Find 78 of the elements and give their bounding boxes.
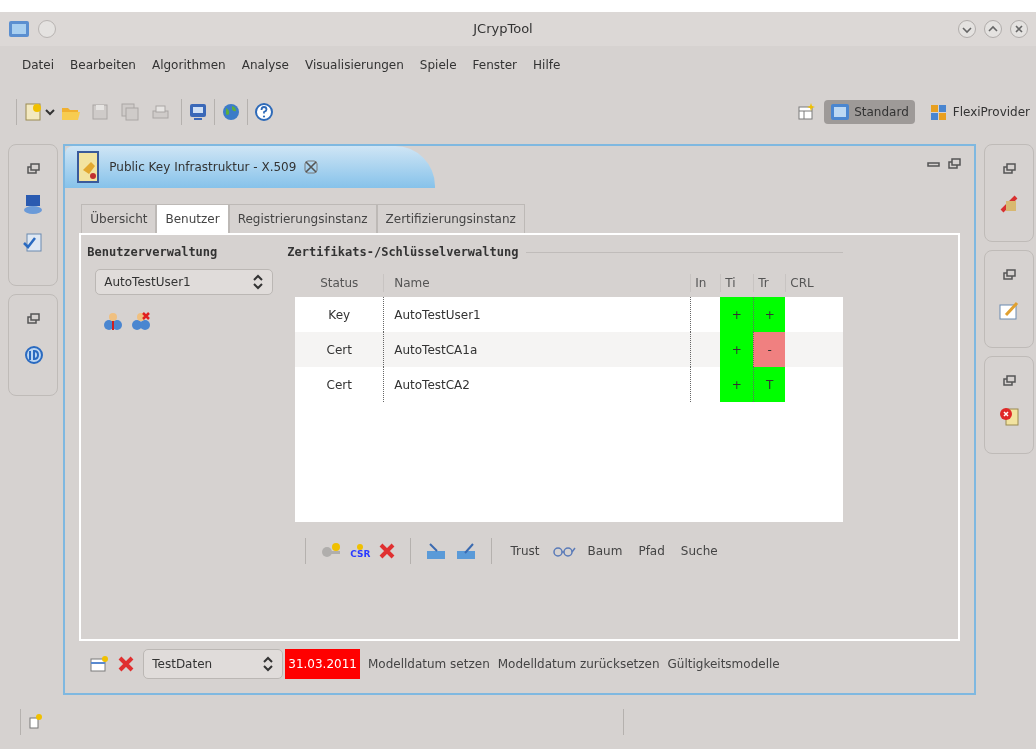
column-header[interactable]: Name xyxy=(383,274,691,292)
action-link[interactable]: Baum xyxy=(583,542,627,560)
updown-arrow-icon xyxy=(262,656,275,672)
table-cell-text: Key xyxy=(327,306,352,324)
error-log-icon[interactable] xyxy=(998,405,1020,427)
action-link[interactable]: Gültigkeitsmodelle xyxy=(667,655,780,673)
status-cell: T xyxy=(753,367,786,402)
puzzle-icon xyxy=(928,103,949,121)
tab[interactable]: Zertifizierungsinstanz xyxy=(376,204,525,233)
status-cell: + xyxy=(720,297,754,332)
tab[interactable]: Übersicht xyxy=(81,204,157,233)
menu-item[interactable]: Visualisierungen xyxy=(296,56,412,74)
menu-item[interactable]: Spiele xyxy=(411,56,465,74)
column-header[interactable]: In xyxy=(690,274,721,292)
app-icon xyxy=(8,20,30,38)
perspective-button[interactable]: FlexiProvider xyxy=(922,100,1036,124)
perspective-button[interactable]: Standard xyxy=(824,100,915,124)
menu-item[interactable]: Analyse xyxy=(233,56,297,74)
delete-user-icon[interactable] xyxy=(131,311,152,331)
globe-icon[interactable] xyxy=(221,102,241,122)
status-cell: - xyxy=(753,332,786,367)
restore-icon[interactable] xyxy=(25,311,41,327)
menu-item[interactable]: Bearbeiten xyxy=(62,56,144,74)
table-cell: AutoTestCA1a xyxy=(383,332,691,367)
minimize-button[interactable] xyxy=(958,20,976,38)
action-link[interactable]: Suche xyxy=(676,542,722,560)
tab[interactable]: Benutzer xyxy=(156,204,229,233)
tab[interactable]: Registrierungsinstanz xyxy=(228,204,377,233)
action-link[interactable]: Modelldatum zurücksetzen xyxy=(497,655,660,673)
open-perspective-icon[interactable] xyxy=(796,102,817,122)
table-cell-text: Cert xyxy=(325,376,353,394)
export-icon[interactable] xyxy=(455,541,478,561)
fast-view-icon[interactable] xyxy=(27,713,43,731)
restore-icon[interactable] xyxy=(1001,161,1017,177)
help-icon[interactable] xyxy=(254,102,274,122)
user-dropdown[interactable]: AutoTestUser1 xyxy=(95,269,274,295)
table-cell: AutoTestCA2 xyxy=(383,367,691,402)
action-link[interactable]: Pfad xyxy=(634,542,669,560)
menu-item[interactable]: Hilfe xyxy=(525,56,569,74)
column-header[interactable]: Tr xyxy=(753,274,786,292)
editor-tab[interactable]: Public Key Infrastruktur - X.509 xyxy=(65,146,436,188)
action-link[interactable]: Modelldatum setzen xyxy=(367,655,490,673)
status-cell: + xyxy=(720,332,754,367)
table-cell-text: Cert xyxy=(325,341,353,359)
window-title: JCrypTool xyxy=(471,20,534,39)
restore-icon[interactable] xyxy=(1001,373,1017,389)
close-button[interactable] xyxy=(1010,20,1028,38)
menu-item[interactable]: Datei xyxy=(14,56,62,74)
restore-icon[interactable] xyxy=(1001,267,1017,283)
monitor-icon[interactable] xyxy=(188,102,208,122)
close-icon[interactable] xyxy=(304,160,319,174)
date-field[interactable]: 31.03.2011 xyxy=(285,649,360,679)
glasses-icon[interactable] xyxy=(551,544,576,558)
updown-arrow-icon xyxy=(252,274,265,290)
menu-item[interactable]: Algorithmen xyxy=(143,56,234,74)
window-icon xyxy=(830,103,851,121)
add-user-icon[interactable] xyxy=(103,311,124,331)
status-cell: + xyxy=(720,367,754,402)
new-model-icon[interactable] xyxy=(89,655,110,673)
dataset-dropdown[interactable]: TestDaten xyxy=(143,649,284,679)
column-header[interactable]: Ti xyxy=(720,274,754,292)
status-cell: + xyxy=(753,297,786,332)
column-header[interactable]: Status xyxy=(295,274,384,292)
delete-icon[interactable] xyxy=(378,542,397,560)
scroll-icon xyxy=(75,150,102,184)
import-icon[interactable] xyxy=(425,541,448,561)
maximize-button[interactable] xyxy=(984,20,1002,38)
action-link[interactable]: Trust xyxy=(506,542,544,560)
column-header[interactable]: CRL xyxy=(785,274,844,292)
maximize-icon[interactable] xyxy=(946,156,962,172)
edit-icon[interactable] xyxy=(998,299,1020,321)
delete-icon[interactable] xyxy=(117,655,136,673)
checklist-icon[interactable] xyxy=(22,231,44,253)
section-heading: Zertifikats-/Schlüsselverwaltung xyxy=(287,244,519,261)
restore-icon[interactable] xyxy=(25,161,41,177)
section-heading: Benutzerverwaltung xyxy=(87,244,219,261)
menu-item[interactable]: Fenster xyxy=(464,56,526,74)
computer-icon[interactable] xyxy=(22,193,44,215)
